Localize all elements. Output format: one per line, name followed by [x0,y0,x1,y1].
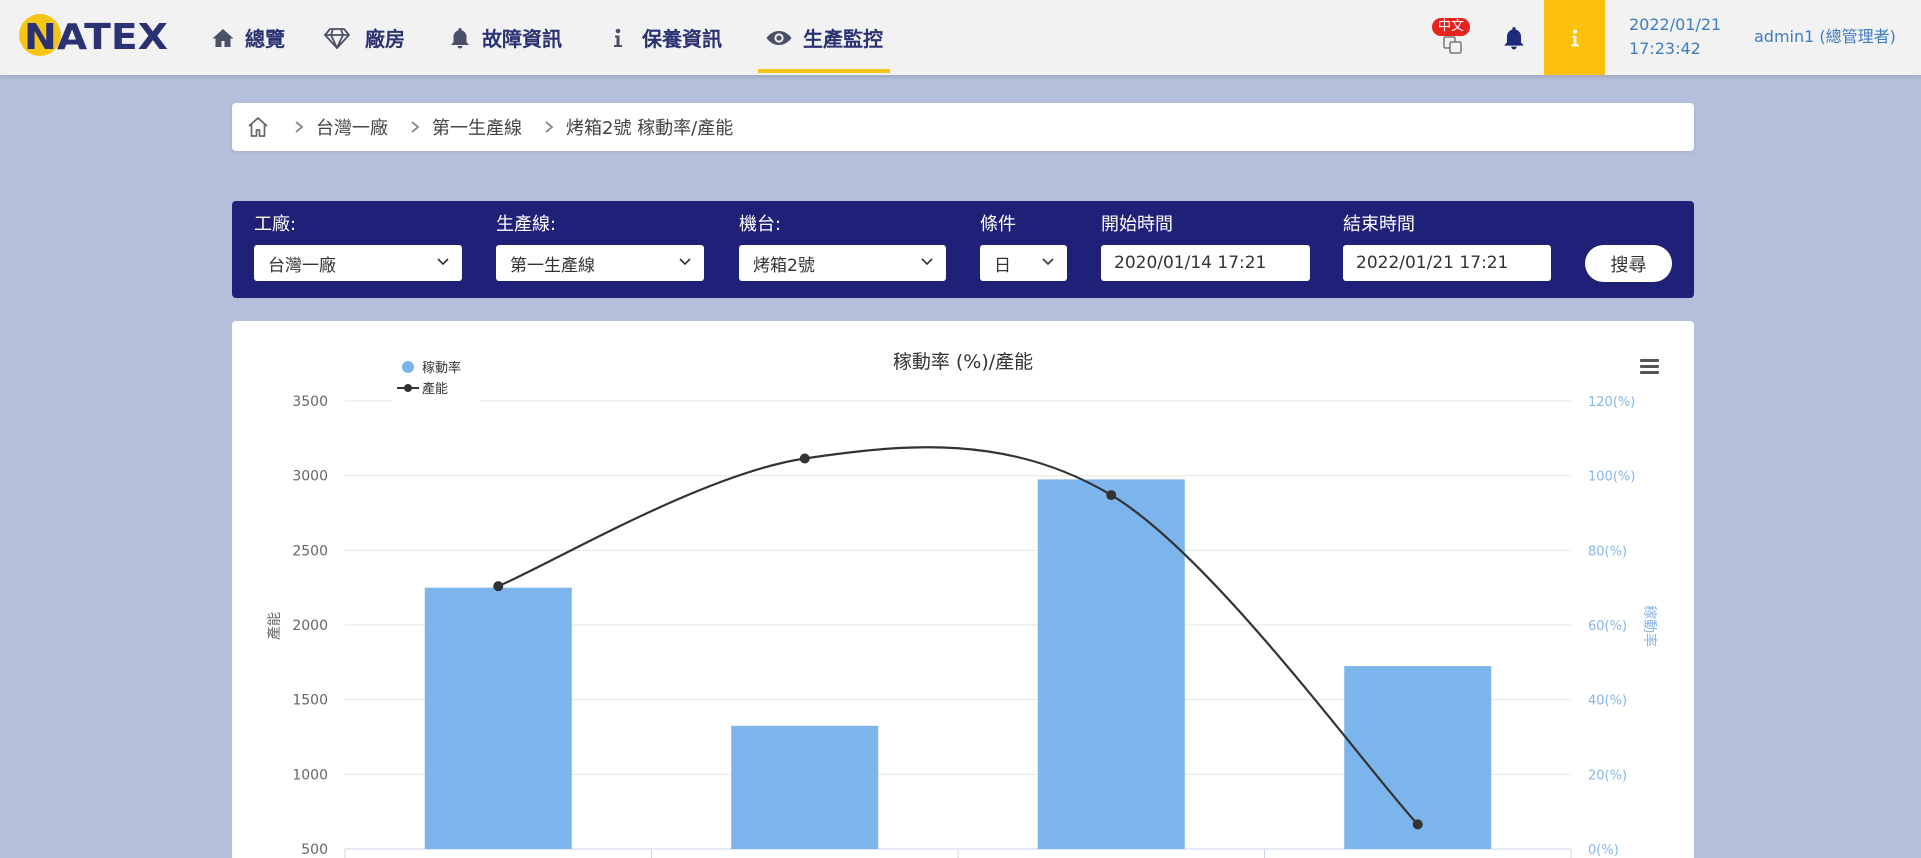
y2-axis-tick-label: 80(%) [1588,544,1627,559]
nav-item-label: 廠房 [365,27,405,51]
active-tab-indicator [758,69,890,73]
line-point [799,453,810,464]
factory-select-value: 台灣一廠 [268,255,336,276]
info-icon [614,28,622,47]
legend-label: 稼動率 [422,360,461,376]
info-button[interactable] [1544,0,1605,75]
home-icon[interactable] [246,115,270,139]
bar-series [424,479,1492,849]
chart-svg: 500 1000 1500 2000 2500 3000 3500 0(%) 20(%) 40(%… [266,351,1660,858]
line-series [493,446,1423,830]
factory-select[interactable]: 台灣一廠 [254,245,462,281]
info-icon [1570,28,1579,46]
filter-bar: 工廠: 台灣一廠 生產線: 第一生產線 機台: 烤箱2號 條件 日 開始時間 結… [232,201,1694,298]
bell-icon [1504,27,1524,50]
y2-axis-tick-label: 20(%) [1588,768,1627,783]
eye-icon [766,30,792,45]
chart-menu-button[interactable] [1640,358,1660,376]
chevron-down-icon [437,258,449,266]
legend-marker-dot [404,384,412,392]
chart-title: 稼動率 (%)/產能 [893,351,1033,373]
current-datetime: 2022/01/21 17:23:42 [1629,13,1721,61]
chevron-down-icon [921,258,933,266]
y-axis-tick-label: 2000 [292,618,328,634]
chevron-down-icon [679,258,691,266]
notifications-button[interactable] [1501,25,1527,51]
line-label: 生產線: [496,214,557,235]
y-axis-tick-label: 3500 [292,394,328,410]
y2-axis-title: 稼動率 [1641,605,1658,647]
nav-item-label: 總覽 [245,27,285,51]
chart-card: 500 1000 1500 2000 2500 3000 3500 0(%) 20(%) 40(%… [232,321,1694,858]
chevron-right-icon [545,121,554,133]
condition-select[interactable]: 日 [980,245,1067,281]
factory-label: 工廠: [254,214,297,235]
current-date: 2022/01/21 [1629,15,1722,34]
line-point [1106,490,1117,501]
logo-text: NATEX [24,17,168,58]
machine-label: 機台: [739,214,782,235]
y2-axis-tick-label: 0(%) [1588,843,1619,858]
current-time: 17:23:42 [1629,39,1701,58]
y-axis-title: 產能 [266,612,283,640]
nav-item-label: 故障資訊 [482,27,562,51]
user-menu[interactable]: admin1 (總管理者) [1754,25,1896,49]
machine-select[interactable]: 烤箱2號 [739,245,946,281]
y2-axis-tick-label: 60(%) [1588,619,1627,634]
y-axis-tick-label: 500 [301,842,328,858]
language-switch[interactable]: 中文 [1430,17,1476,59]
nav-item-production-monitor[interactable]: 生產監控 [758,0,890,75]
production-line-select[interactable]: 第一生產線 [496,245,704,281]
hamburger-icon-bar [1640,365,1659,368]
logo-graphic: NATEX [19,14,168,58]
nav-item-label: 保養資訊 [642,27,722,51]
hamburger-icon-bar [1640,359,1659,362]
diamond-icon [324,27,350,49]
chevron-right-icon [295,121,304,133]
y2-axis-tick-label: 120(%) [1588,395,1635,410]
natex-logo[interactable]: NATEX [18,9,170,65]
legend-marker-circle [402,361,414,373]
nav-item-plant[interactable]: 廠房 [323,0,405,75]
end-time-input[interactable] [1343,245,1551,281]
series-line [497,446,1419,826]
chevron-down-icon [1042,258,1054,266]
start-time-input[interactable] [1101,245,1310,281]
line-point [493,581,504,592]
bar [424,587,572,849]
nav-item-maintenance-info[interactable]: 保養資訊 [606,0,722,75]
legend: 稼動率 產能 [392,354,480,402]
breadcrumb: 台灣一廠 第一生產線 烤箱2號 稼動率/產能 [232,103,1694,151]
bell-icon [451,27,469,48]
y-axis-tick-label: 1000 [292,767,328,783]
nav-item-overview[interactable]: 總覽 [211,0,285,75]
start-time-label: 開始時間 [1101,214,1173,235]
y2-axis-tick-label: 100(%) [1588,470,1635,485]
search-button[interactable]: 搜尋 [1585,245,1672,282]
y-axis-tick-label: 2500 [292,543,328,559]
nav-item-fault-info[interactable]: 故障資訊 [448,0,562,75]
language-badge: 中文 [1432,18,1471,36]
end-time-label: 結束時間 [1343,214,1415,235]
y-axis-tick-label: 3000 [292,469,328,485]
breadcrumb-item-line[interactable]: 第一生產線 [432,114,522,140]
condition-label: 條件 [980,214,1016,235]
production-line-select-value: 第一生產線 [510,255,595,276]
top-navbar: NATEX 總覽 廠房 故障資訊 保養資訊 生產監控 中文 2022/01/21… [0,0,1921,75]
legend-label: 產能 [422,381,448,397]
line-point [1412,819,1423,830]
home-icon [212,28,234,47]
bar [731,725,879,849]
chevron-right-icon [411,121,420,133]
breadcrumb-item-factory[interactable]: 台灣一廠 [316,114,388,140]
y-axis-tick-label: 1500 [292,693,328,709]
nav-item-label: 生產監控 [803,27,883,51]
machine-select-value: 烤箱2號 [753,255,815,276]
y2-axis-tick-label: 40(%) [1588,694,1627,709]
breadcrumb-item-current: 烤箱2號 稼動率/產能 [566,118,734,139]
hamburger-icon-bar [1640,371,1659,374]
condition-select-value: 日 [994,255,1011,276]
language-icon [1443,36,1462,54]
